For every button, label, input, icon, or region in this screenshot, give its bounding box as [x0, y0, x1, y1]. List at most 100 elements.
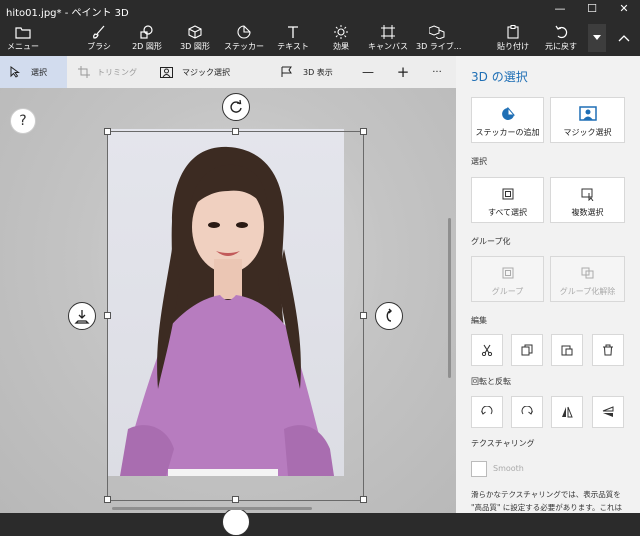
group-button[interactable]: グループ	[471, 256, 544, 302]
texture-note-line1: 滑らかなテクスチャリングでは、表示品質を	[471, 490, 621, 499]
effects-button[interactable]: 効果	[326, 20, 356, 56]
rotate-right-button[interactable]	[511, 396, 543, 428]
chevron-up-icon	[618, 35, 630, 42]
horizontal-scrollbar[interactable]	[112, 507, 312, 510]
selection-frame[interactable]	[107, 131, 364, 501]
sun-icon	[326, 24, 356, 40]
brush-icon	[84, 24, 114, 40]
group-label: グループ	[491, 287, 524, 296]
paste-icon	[561, 345, 573, 356]
add-sticker-label: ステッカーの追加	[475, 128, 540, 137]
copy-icon	[521, 344, 533, 356]
undo-icon	[546, 24, 576, 40]
resize-handle-bottom-right[interactable]	[360, 496, 367, 503]
select-all-button[interactable]: すべて選択	[471, 177, 544, 223]
magic-select-tool-button[interactable]: マジック選択	[160, 56, 240, 88]
chevron-down-icon	[593, 35, 601, 40]
vertical-scrollbar[interactable]	[448, 218, 451, 378]
canvas-button[interactable]: キャンバス	[368, 20, 408, 56]
smooth-label: Smooth	[493, 464, 524, 473]
resize-handle-top[interactable]	[232, 128, 239, 135]
menu-button[interactable]: メニュー	[6, 20, 40, 56]
window-title: hito01.jpg* - ペイント 3D	[6, 8, 129, 19]
resize-handle-bottom-left[interactable]	[104, 496, 111, 503]
add-sticker-button[interactable]: ステッカーの追加	[471, 97, 544, 143]
text-icon	[278, 24, 308, 40]
canvas-area[interactable]: ?	[0, 88, 456, 536]
view-3d-button[interactable]: 3D 表示	[281, 56, 341, 88]
shapes-2d-label: 2D 図形	[132, 42, 162, 51]
paste-icon	[498, 24, 528, 40]
library-3d-button[interactable]: 3D ライブ...	[416, 20, 461, 56]
magic-select-icon	[551, 106, 624, 121]
rotate-x-handle[interactable]	[222, 508, 250, 536]
rotate-left-icon	[481, 406, 493, 415]
library-icon	[422, 24, 452, 40]
resize-handle-top-left[interactable]	[104, 128, 111, 135]
library-3d-label: 3D ライブ...	[416, 42, 462, 51]
ungroup-icon	[551, 267, 624, 279]
side-panel: 3D の選択 ステッカーの追加 マジック選択 選択 すべて選択 複数選択 グルー…	[456, 56, 640, 513]
magic-select-panel-button[interactable]: マジック選択	[550, 97, 625, 143]
undo-button[interactable]: 元に戻す	[545, 20, 577, 56]
multi-select-label: 複数選択	[571, 208, 604, 217]
paste-panel-button[interactable]	[551, 334, 583, 366]
zoom-in-button[interactable]: +	[394, 56, 412, 88]
view-3d-label: 3D 表示	[303, 67, 333, 77]
close-button[interactable]: ✕	[608, 0, 640, 20]
multi-select-button[interactable]: 複数選択	[550, 177, 625, 223]
resize-handle-top-right[interactable]	[360, 128, 367, 135]
resize-handle-right[interactable]	[360, 312, 367, 319]
select-tool-label: 選択	[31, 67, 47, 77]
section-rotate-label: 回転と反転	[471, 377, 511, 386]
copy-button[interactable]	[511, 334, 543, 366]
cut-button[interactable]	[471, 334, 503, 366]
flip-horizontal-button[interactable]	[551, 396, 583, 428]
effects-label: 効果	[333, 42, 349, 51]
maximize-button[interactable]: ☐	[576, 0, 608, 20]
undo-label: 元に戻す	[545, 42, 577, 51]
stickers-label: ステッカー	[224, 42, 264, 51]
selection-toolbar: 選択 トリミング マジック選択 3D 表示 — + ···	[0, 56, 456, 88]
zoom-out-button[interactable]: —	[360, 56, 376, 88]
crop-tool-label: トリミング	[97, 67, 137, 77]
text-label: テキスト	[277, 42, 309, 51]
push-depth-icon	[74, 310, 90, 324]
depth-handle[interactable]	[68, 302, 96, 330]
brush-button[interactable]: ブラシ	[84, 20, 114, 56]
shapes-2d-button[interactable]: 2D 図形	[132, 20, 162, 56]
smooth-checkbox[interactable]	[471, 461, 487, 477]
resize-handle-bottom[interactable]	[232, 496, 239, 503]
resize-handle-left[interactable]	[104, 312, 111, 319]
ungroup-button[interactable]: グループ化解除	[550, 256, 625, 302]
more-options-button[interactable]: ···	[426, 56, 448, 88]
help-button[interactable]: ?	[10, 108, 36, 134]
minimize-button[interactable]: —	[544, 0, 576, 20]
cursor-icon	[10, 66, 20, 78]
rotate-y-handle[interactable]	[375, 302, 403, 330]
select-all-label: すべて選択	[487, 208, 528, 217]
magic-select-tool-label: マジック選択	[182, 67, 230, 77]
magic-select-icon	[160, 66, 173, 78]
group-icon	[472, 267, 543, 279]
delete-button[interactable]	[592, 334, 624, 366]
text-button[interactable]: テキスト	[277, 20, 309, 56]
title-bar: hito01.jpg* - ペイント 3D — ☐ ✕	[0, 0, 640, 20]
section-group-label: グループ化	[471, 237, 511, 246]
shapes-3d-button[interactable]: 3D 図形	[180, 20, 210, 56]
scissors-icon	[481, 344, 493, 356]
collapse-ribbon-button[interactable]	[612, 24, 636, 52]
history-dropdown-button[interactable]	[588, 24, 606, 52]
select-all-icon	[472, 188, 543, 200]
flip-vertical-button[interactable]	[592, 396, 624, 428]
rotate-left-button[interactable]	[471, 396, 503, 428]
rotate-z-handle[interactable]	[222, 93, 250, 121]
crop-tool-button[interactable]: トリミング	[78, 56, 138, 88]
rotate-vertical-icon	[386, 308, 392, 322]
stickers-button[interactable]: ステッカー	[224, 20, 264, 56]
rotate-icon	[230, 99, 242, 113]
paste-button[interactable]: 貼り付け	[497, 20, 529, 56]
section-select-label: 選択	[471, 157, 487, 166]
select-tool-button[interactable]: 選択	[0, 56, 67, 88]
brush-label: ブラシ	[87, 42, 111, 51]
